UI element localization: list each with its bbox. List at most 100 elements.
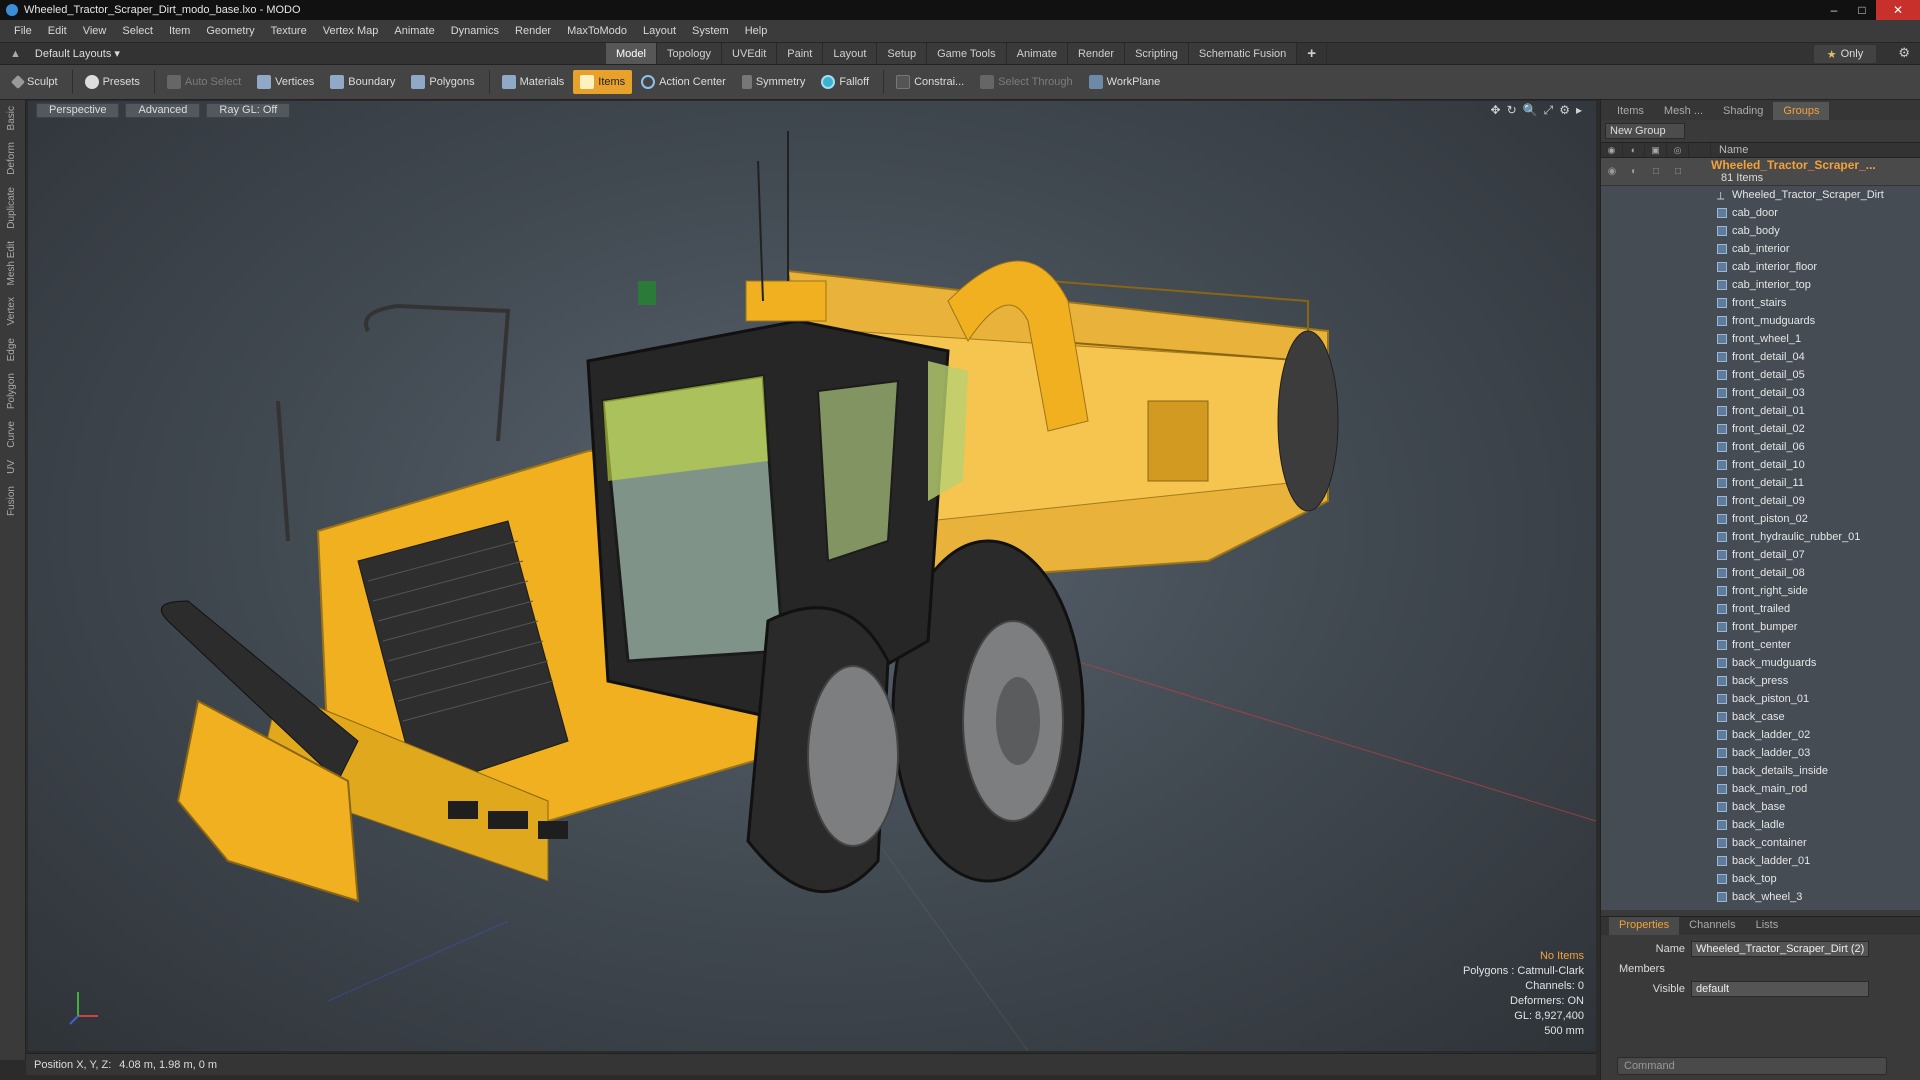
polygons-button[interactable]: Polygons [404, 70, 481, 94]
strip-tab-polygon[interactable]: Polygon [6, 367, 17, 415]
tab-game-tools[interactable]: Game Tools [927, 43, 1007, 65]
visible-dropdown[interactable]: default [1691, 981, 1869, 997]
list-item[interactable]: front_center [1601, 636, 1920, 654]
presets-button[interactable]: Presets [78, 70, 147, 94]
list-item[interactable]: front_trailed [1601, 600, 1920, 618]
tab-schematic-fusion[interactable]: Schematic Fusion [1188, 43, 1298, 65]
lock-icon[interactable]: ▣ [1645, 143, 1667, 157]
tab-groups[interactable]: Groups [1773, 102, 1830, 120]
tab-properties[interactable]: Properties [1609, 917, 1680, 935]
name-field[interactable]: Wheeled_Tractor_Scraper_Dirt (2) [1691, 941, 1869, 957]
list-item[interactable]: back_case [1601, 708, 1920, 726]
menu-select[interactable]: Select [114, 25, 161, 37]
menu-help[interactable]: Help [737, 25, 776, 37]
list-item[interactable]: front_wheel_1 [1601, 330, 1920, 348]
group-select-icon[interactable]: □ [1667, 158, 1689, 185]
list-item[interactable]: front_detail_11 [1601, 474, 1920, 492]
auto-select-button[interactable]: Auto Select [160, 70, 248, 94]
falloff-button[interactable]: Falloff [814, 70, 876, 94]
menu-view[interactable]: View [75, 25, 115, 37]
menu-geometry[interactable]: Geometry [198, 25, 262, 37]
boundary-button[interactable]: Boundary [323, 70, 402, 94]
list-item[interactable]: back_piston_01 [1601, 690, 1920, 708]
list-item[interactable]: back_ladder_01 [1601, 852, 1920, 870]
list-item[interactable]: front_mudguards [1601, 312, 1920, 330]
strip-tab-fusion[interactable]: Fusion [6, 480, 17, 522]
menu-edit[interactable]: Edit [40, 25, 75, 37]
menu-layout[interactable]: Layout [635, 25, 684, 37]
menu-item[interactable]: Item [161, 25, 198, 37]
gear-icon[interactable]: ⚙ [1898, 45, 1910, 61]
strip-tab-duplicate[interactable]: Duplicate [6, 181, 17, 235]
tab-topology[interactable]: Topology [656, 43, 723, 65]
list-item[interactable]: front_detail_10 [1601, 456, 1920, 474]
list-item[interactable]: back_base [1601, 798, 1920, 816]
list-item[interactable]: front_detail_04 [1601, 348, 1920, 366]
list-item[interactable]: back_wheel_3 [1601, 888, 1920, 906]
menu-dynamics[interactable]: Dynamics [443, 25, 507, 37]
list-item[interactable]: front_detail_05 [1601, 366, 1920, 384]
list-item[interactable]: back_ladle [1601, 816, 1920, 834]
render-icon[interactable]: ◐ [1623, 143, 1645, 157]
menu-render[interactable]: Render [507, 25, 559, 37]
list-item[interactable]: back_ladder_03 [1601, 744, 1920, 762]
tab-paint[interactable]: Paint [777, 43, 824, 65]
list-item[interactable]: front_detail_03 [1601, 384, 1920, 402]
tab-scripting[interactable]: Scripting [1125, 43, 1189, 65]
list-item[interactable]: ⟂ Wheeled_Tractor_Scraper_Dirt [1601, 186, 1920, 204]
list-item[interactable]: front_piston_02 [1601, 510, 1920, 528]
symmetry-button[interactable]: Symmetry [735, 70, 813, 94]
tab-render[interactable]: Render [1067, 43, 1126, 65]
list-item[interactable]: back_details_inside [1601, 762, 1920, 780]
tab-animate[interactable]: Animate [1006, 43, 1068, 65]
command-input[interactable]: Command [1617, 1057, 1887, 1075]
workplane-button[interactable]: WorkPlane [1082, 70, 1168, 94]
strip-tab-curve[interactable]: Curve [6, 415, 17, 454]
materials-button[interactable]: Materials [495, 70, 572, 94]
vertices-button[interactable]: Vertices [250, 70, 321, 94]
select-through-button[interactable]: Select Through [973, 70, 1079, 94]
menu-file[interactable]: File [6, 25, 40, 37]
maximize-button[interactable]: □ [1848, 0, 1876, 20]
list-item[interactable]: front_detail_06 [1601, 438, 1920, 456]
list-item[interactable]: back_mudguards [1601, 654, 1920, 672]
tab-mesh[interactable]: Mesh ... [1654, 102, 1713, 120]
minimize-button[interactable]: – [1820, 0, 1848, 20]
strip-tab-mesh-edit[interactable]: Mesh Edit [6, 235, 17, 291]
menu-system[interactable]: System [684, 25, 737, 37]
list-item[interactable]: back_press [1601, 672, 1920, 690]
items-button[interactable]: Items [573, 70, 633, 94]
group-visibility-icon[interactable]: ◉ [1601, 158, 1623, 185]
only-button[interactable]: ★ Only [1814, 45, 1876, 63]
list-item[interactable]: front_detail_07 [1601, 546, 1920, 564]
list-item[interactable]: front_bumper [1601, 618, 1920, 636]
3d-viewport[interactable]: Perspective Advanced Ray GL: Off ✥ ↻ 🔍 ⤢… [28, 101, 1596, 1051]
tab-model[interactable]: Model [606, 43, 657, 65]
list-item[interactable]: cab_door [1601, 204, 1920, 222]
list-item[interactable]: back_main_rod [1601, 780, 1920, 798]
menu-texture[interactable]: Texture [263, 25, 315, 37]
eye-icon[interactable]: ◉ [1601, 143, 1623, 157]
add-tab-button[interactable]: + [1297, 43, 1328, 65]
group-row[interactable]: ◉ ◐ □ □ Wheeled_Tractor_Scraper_... 81 I… [1601, 158, 1920, 186]
tab-channels[interactable]: Channels [1679, 917, 1745, 935]
list-item[interactable]: back_ladder_02 [1601, 726, 1920, 744]
list-item[interactable]: cab_interior_top [1601, 276, 1920, 294]
strip-tab-edge[interactable]: Edge [6, 332, 17, 367]
close-button[interactable]: ✕ [1876, 0, 1920, 20]
list-item[interactable]: cab_interior [1601, 240, 1920, 258]
layout-arrow-icon[interactable]: ▲ [10, 48, 21, 60]
tab-items[interactable]: Items [1607, 102, 1654, 120]
tab-shading[interactable]: Shading [1713, 102, 1773, 120]
action-center-button[interactable]: Action Center [634, 70, 733, 94]
list-item[interactable]: front_stairs [1601, 294, 1920, 312]
group-render-icon[interactable]: ◐ [1623, 158, 1645, 185]
strip-tab-deform[interactable]: Deform [6, 136, 17, 181]
select-icon[interactable]: ◎ [1667, 143, 1689, 157]
list-item[interactable]: front_detail_09 [1601, 492, 1920, 510]
menu-maxtomodo[interactable]: MaxToModo [559, 25, 635, 37]
strip-tab-vertex[interactable]: Vertex [6, 291, 17, 331]
list-item[interactable]: front_detail_08 [1601, 564, 1920, 582]
list-item[interactable]: cab_interior_floor [1601, 258, 1920, 276]
list-item[interactable]: back_top [1601, 870, 1920, 888]
